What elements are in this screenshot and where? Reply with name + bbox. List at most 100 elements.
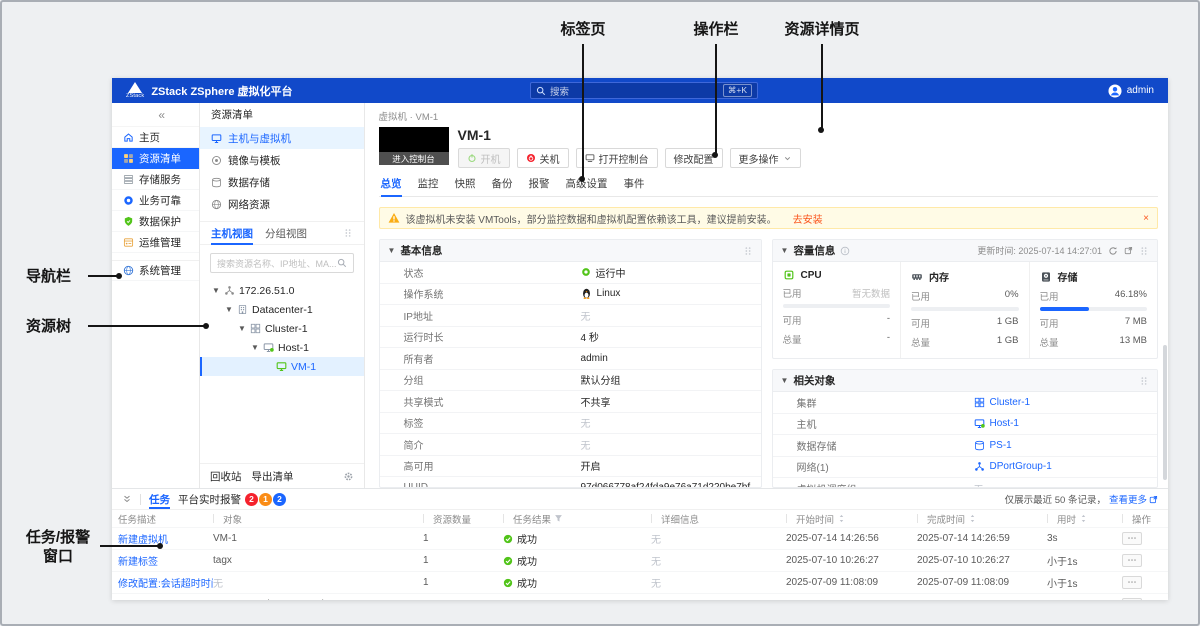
sort-icon[interactable] — [837, 514, 846, 523]
more-actions-button[interactable]: ⋯ — [1122, 554, 1142, 567]
drag-handle-icon[interactable] — [1139, 376, 1149, 386]
tree-caret-icon[interactable]: ▼ — [251, 343, 259, 352]
close-icon[interactable]: × — [1143, 213, 1149, 224]
total-value: - — [887, 332, 890, 346]
more-actions-button[interactable]: ⋯ — [1122, 532, 1142, 545]
task-start-time: 2025-07-14 14:26:56 — [786, 533, 917, 544]
tab-platform-alarms[interactable]: 平台实时报警 212 — [178, 489, 286, 509]
tree-search-input[interactable]: 搜索资源名称、IP地址、MA... — [210, 253, 354, 273]
action-button-打开控制台[interactable]: 打开控制台 — [576, 148, 658, 168]
tree-caret-icon[interactable]: ▼ — [238, 324, 246, 333]
column-header-用时[interactable]: 用时 — [1047, 512, 1122, 526]
collapse-caret-icon[interactable]: ▼ — [781, 246, 789, 255]
tab-tasks[interactable]: 任务 — [149, 489, 170, 509]
user-name: admin — [1127, 85, 1154, 96]
collapse-caret-icon[interactable]: ▼ — [388, 246, 396, 255]
layout-options-icon[interactable] — [343, 228, 353, 238]
sidebar-item-存储服务[interactable]: 存储服务 — [112, 169, 199, 190]
info-row-label: 所有者 — [380, 351, 581, 366]
tree-node-Host-1[interactable]: ▼Host-1 — [200, 338, 364, 357]
capacity-name: 存储 — [1040, 269, 1148, 284]
action-button-更多操作[interactable]: 更多操作 — [730, 148, 801, 168]
gear-icon[interactable] — [343, 471, 354, 482]
related-row-label: 主机 — [773, 416, 974, 431]
task-description-link[interactable]: 修改配置:会话超时时间 — [118, 575, 213, 590]
global-search-input[interactable]: 搜索 ⌘+K — [530, 82, 758, 99]
related-link-Cluster-1[interactable]: Cluster-1 — [974, 397, 1031, 408]
info-row-value-text: 无 — [581, 437, 591, 452]
tab-host-view[interactable]: 主机视图 — [211, 222, 253, 244]
action-button-修改配置[interactable]: 修改配置 — [665, 148, 723, 168]
tab-报警[interactable]: 报警 — [527, 176, 552, 196]
resource-item-数据存储[interactable]: 数据存储 — [200, 171, 364, 193]
resource-item-镜像与模板[interactable]: 镜像与模板 — [200, 149, 364, 171]
tree-node-VM-1[interactable]: VM-1 — [200, 357, 364, 376]
tree-caret-icon[interactable]: ▼ — [225, 305, 233, 314]
user-menu[interactable]: admin — [1108, 84, 1154, 98]
vertical-scrollbar[interactable] — [1163, 345, 1167, 480]
task-description-link[interactable]: 新建标签 — [118, 553, 213, 568]
sidebar-item-业务可靠[interactable]: 业务可靠 — [112, 190, 199, 211]
action-button-关机[interactable]: 关机 — [517, 148, 569, 168]
annotation-toolbar-label: 操作栏 — [678, 20, 754, 39]
action-button-开机[interactable]: 开机 — [458, 148, 510, 168]
column-header-完成时间[interactable]: 完成时间 — [917, 512, 1047, 526]
drag-handle-icon[interactable] — [1139, 246, 1149, 256]
tree-node-Cluster-1[interactable]: ▼Cluster-1 — [200, 319, 364, 338]
related-link-Host-1[interactable]: Host-1 — [974, 418, 1019, 429]
sort-icon[interactable] — [968, 514, 977, 523]
tree-node-Datacenter-1[interactable]: ▼Datacenter-1 — [200, 300, 364, 319]
task-detail: 无 — [651, 531, 786, 546]
capacity-progress-bar — [1040, 307, 1148, 311]
sort-icon[interactable] — [1079, 514, 1088, 523]
capacity-name-text: 存储 — [1058, 269, 1078, 284]
sidebar-collapse-button[interactable]: « — [112, 103, 199, 127]
tab-总览[interactable]: 总览 — [379, 176, 404, 196]
drag-handle-icon[interactable] — [743, 246, 753, 256]
collapse-caret-icon[interactable]: ▼ — [781, 376, 789, 385]
sidebar-item-资源清单[interactable]: 资源清单 — [112, 148, 199, 169]
warning-text: 该虚拟机未安装 VMTools，部分监控数据和虚拟机配置依赖该工具，建议提前安装… — [406, 211, 777, 226]
external-link-icon[interactable] — [1124, 246, 1133, 255]
tab-事件[interactable]: 事件 — [622, 176, 647, 196]
resource-item-网络资源[interactable]: 网络资源 — [200, 193, 364, 215]
column-header-任务结果[interactable]: 任务结果 — [503, 512, 651, 526]
tab-快照[interactable]: 快照 — [453, 176, 478, 196]
info-row-value: 无 — [581, 308, 591, 323]
sidebar-item-数据保护[interactable]: 数据保护 — [112, 211, 199, 232]
sidebar-item-运维管理[interactable]: 运维管理 — [112, 232, 199, 253]
filter-icon[interactable] — [554, 514, 563, 523]
more-actions-button[interactable]: ⋯ — [1122, 598, 1142, 600]
tab-备份[interactable]: 备份 — [490, 176, 515, 196]
task-description-link[interactable]: 添加主机 — [118, 597, 213, 600]
install-vmtools-link[interactable]: 去安装 — [793, 211, 823, 226]
recycle-bin-link[interactable]: 回收站 — [210, 469, 242, 484]
tab-高级设置[interactable]: 高级设置 — [564, 176, 610, 196]
total-value: 1 GB — [997, 335, 1019, 349]
tab-group-view[interactable]: 分组视图 — [265, 222, 307, 244]
vm-console-thumbnail[interactable]: 进入控制台 — [379, 127, 449, 165]
related-link-PS-1[interactable]: PS-1 — [974, 440, 1012, 451]
sidebar-item-主页[interactable]: 主页 — [112, 127, 199, 148]
net-root-icon — [974, 461, 985, 472]
related-link-DPortGroup-1[interactable]: DPortGroup-1 — [974, 461, 1052, 472]
capacity-avail-row: 可用7 MB — [1040, 316, 1148, 330]
tab-监控[interactable]: 监控 — [416, 176, 441, 196]
tree-caret-icon[interactable]: ▼ — [212, 286, 220, 295]
related-value-text: 无 — [974, 481, 984, 488]
resource-item-主机与虚拟机[interactable]: 主机与虚拟机 — [200, 127, 364, 149]
export-list-link[interactable]: 导出清单 — [252, 469, 294, 484]
sidebar-item-系统管理[interactable]: 系统管理 — [112, 260, 199, 281]
breadcrumb-vm[interactable]: 虚拟机 — [379, 112, 408, 123]
more-actions-button[interactable]: ⋯ — [1122, 576, 1142, 589]
task-description-link[interactable]: 新建虚拟机 — [118, 531, 213, 546]
related-objects-header: ▼ 相关对象 — [773, 370, 1157, 392]
enter-console-button[interactable]: 进入控制台 — [379, 152, 449, 165]
refresh-icon[interactable] — [1108, 246, 1118, 256]
task-resource-count: 1 — [423, 555, 503, 566]
capacity-column-存储: 存储已用46.18%可用7 MB总量13 MB — [1029, 262, 1158, 358]
tree-node-172.26.51.0[interactable]: ▼172.26.51.0 — [200, 281, 364, 300]
column-header-开始时间[interactable]: 开始时间 — [786, 512, 917, 526]
collapse-panel-icon[interactable] — [122, 494, 132, 504]
view-more-link[interactable]: 查看更多 — [1109, 492, 1158, 506]
